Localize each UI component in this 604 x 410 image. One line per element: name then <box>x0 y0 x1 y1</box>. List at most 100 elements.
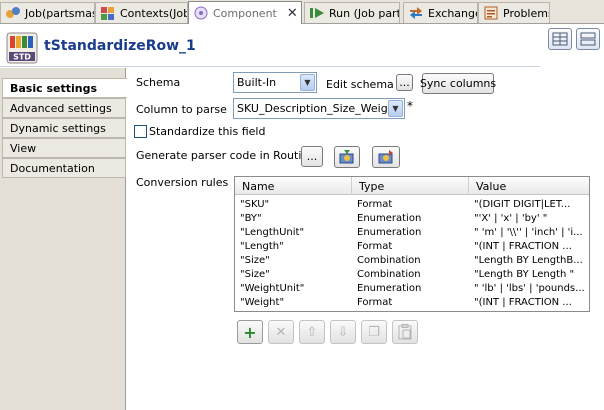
tstandardizerow-icon: STD <box>6 32 38 64</box>
tab-label: Problems <box>503 6 550 20</box>
nav-label: View <box>10 141 37 155</box>
form-view-icon <box>580 32 596 46</box>
cell-value: " 'lb' | 'lbs' | 'pounds... <box>474 282 585 294</box>
cell-name: "Size" <box>240 268 270 280</box>
cell-name: "LengthUnit" <box>240 226 305 238</box>
arrow-up-icon: ⇧ <box>306 324 318 340</box>
schema-select[interactable]: Built-In ▼ <box>233 72 317 93</box>
chevron-down-icon: ▼ <box>388 100 403 117</box>
move-up-button[interactable]: ⇧ <box>299 320 325 344</box>
table-row[interactable]: "Size" Combination "Length BY LengthB... <box>235 253 589 267</box>
tab-component[interactable]: Component ✕ <box>188 1 302 24</box>
conversion-rules-table[interactable]: Name Type Value "SKU" Format "(DIGIT DIG… <box>234 176 590 312</box>
cell-type: Format <box>357 198 393 210</box>
cell-name: "BY" <box>240 212 262 224</box>
schema-value: Built-In <box>237 76 277 89</box>
form-view-button[interactable] <box>576 28 600 50</box>
paste-button[interactable] <box>392 320 418 344</box>
arrow-down-icon: ⇩ <box>337 324 349 340</box>
column-to-parse-select[interactable]: SKU_Description_Size_Weight ▼ <box>233 98 405 119</box>
generate-parser-button[interactable]: ... <box>301 146 323 167</box>
cell-name: "SKU" <box>240 198 270 210</box>
conversion-rules-label: Conversion rules <box>136 176 229 189</box>
nav-view[interactable]: View <box>2 138 126 158</box>
component-title: tStandardizeRow_1 <box>44 38 196 54</box>
generate-parser-label: Generate parser code in Routines <box>136 149 321 162</box>
export-icon <box>378 150 393 164</box>
edit-schema-button[interactable]: ... <box>396 74 413 91</box>
remove-rule-button[interactable]: ✕ <box>268 320 294 344</box>
nav-label: Basic settings <box>10 81 98 95</box>
export-rules-button[interactable] <box>372 146 400 168</box>
table-row[interactable]: "LengthUnit" Enumeration " 'm' | '\\'' |… <box>235 225 589 239</box>
std-icon-text: STD <box>13 53 31 62</box>
cell-name: "Size" <box>240 254 270 266</box>
add-rule-button[interactable]: + <box>237 320 263 344</box>
tab-exchange[interactable]: Exchange <box>403 2 478 23</box>
standardize-field-checkbox[interactable] <box>134 125 147 138</box>
nav-dynamic-settings[interactable]: Dynamic settings <box>2 118 126 138</box>
table-row[interactable]: "BY" Enumeration "'X' | 'x' | 'by' " <box>235 211 589 225</box>
nav-label: Documentation <box>10 161 95 175</box>
sync-columns-button[interactable]: Sync columns <box>420 73 496 94</box>
import-rules-button[interactable] <box>334 146 360 168</box>
tab-job[interactable]: Job(partsmas <box>0 2 95 23</box>
copy-icon: ❐ <box>368 324 380 340</box>
table-view-button[interactable] <box>548 28 572 50</box>
cell-type: Enumeration <box>357 226 422 238</box>
cell-name: "Length" <box>240 240 284 252</box>
import-icon <box>339 150 354 164</box>
tab-label: Contexts(Job <box>120 6 188 20</box>
cell-type: Enumeration <box>357 282 422 294</box>
component-icon <box>193 5 209 21</box>
close-icon[interactable]: ✕ <box>287 7 298 20</box>
problems-icon <box>483 5 499 21</box>
cell-type: Combination <box>357 254 421 266</box>
move-down-button[interactable]: ⇩ <box>330 320 356 344</box>
cell-type: Enumeration <box>357 212 422 224</box>
tab-label: Exchange <box>428 6 478 20</box>
plus-icon: + <box>243 322 257 342</box>
cell-value: "(INT | FRACTION ... <box>474 240 572 252</box>
cell-value: "(INT | FRACTION ... <box>474 296 572 308</box>
table-row[interactable]: "SKU" Format "(DIGIT DIGIT|LET... <box>235 197 589 211</box>
cell-name: "WeightUnit" <box>240 282 305 294</box>
column-header-value[interactable]: Value <box>469 177 589 195</box>
paste-icon <box>398 324 412 340</box>
chevron-down-icon: ▼ <box>300 74 315 91</box>
cell-value: "(DIGIT DIGIT|LET... <box>474 198 571 210</box>
cell-value: " 'm' | '\\'' | 'inch' | 'i... <box>474 226 583 238</box>
settings-nav: Basic settings Advanced settings Dynamic… <box>0 68 127 410</box>
tab-contexts[interactable]: Contexts(Job <box>95 2 188 23</box>
cell-value: "'X' | 'x' | 'by' " <box>474 212 548 224</box>
column-to-parse-label: Column to parse <box>136 103 227 116</box>
required-marker: * <box>407 99 413 113</box>
job-icon <box>5 5 21 21</box>
copy-button[interactable]: ❐ <box>361 320 387 344</box>
nav-documentation[interactable]: Documentation <box>2 158 126 178</box>
table-row[interactable]: "Size" Combination "Length BY Length " <box>235 267 589 281</box>
run-icon <box>309 5 325 21</box>
table-row[interactable]: "Length" Format "(INT | FRACTION ... <box>235 239 589 253</box>
tab-problems[interactable]: Problems <box>478 2 550 23</box>
contexts-icon <box>100 5 116 21</box>
table-row[interactable]: "Weight" Format "(INT | FRACTION ... <box>235 295 589 309</box>
tab-label: Component <box>213 6 277 20</box>
tab-run[interactable]: Run (Job part <box>304 2 400 23</box>
edit-schema-label: Edit schema <box>326 78 394 91</box>
grid-view-icon <box>552 32 568 46</box>
nav-advanced-settings[interactable]: Advanced settings <box>2 98 126 118</box>
nav-label: Dynamic settings <box>10 121 106 135</box>
nav-label: Advanced settings <box>10 101 112 115</box>
schema-label: Schema <box>136 76 181 89</box>
column-value: SKU_Description_Size_Weight <box>237 102 400 115</box>
tab-label: Run (Job part <box>329 6 400 20</box>
cell-type: Format <box>357 296 393 308</box>
header-divider <box>0 66 540 67</box>
column-header-name[interactable]: Name <box>235 177 352 195</box>
table-row[interactable]: "WeightUnit" Enumeration " 'lb' | 'lbs' … <box>235 281 589 295</box>
nav-basic-settings[interactable]: Basic settings <box>2 78 127 98</box>
standardize-field-label: Standardize this field <box>149 125 266 138</box>
delete-icon: ✕ <box>275 324 287 340</box>
column-header-type[interactable]: Type <box>352 177 469 195</box>
